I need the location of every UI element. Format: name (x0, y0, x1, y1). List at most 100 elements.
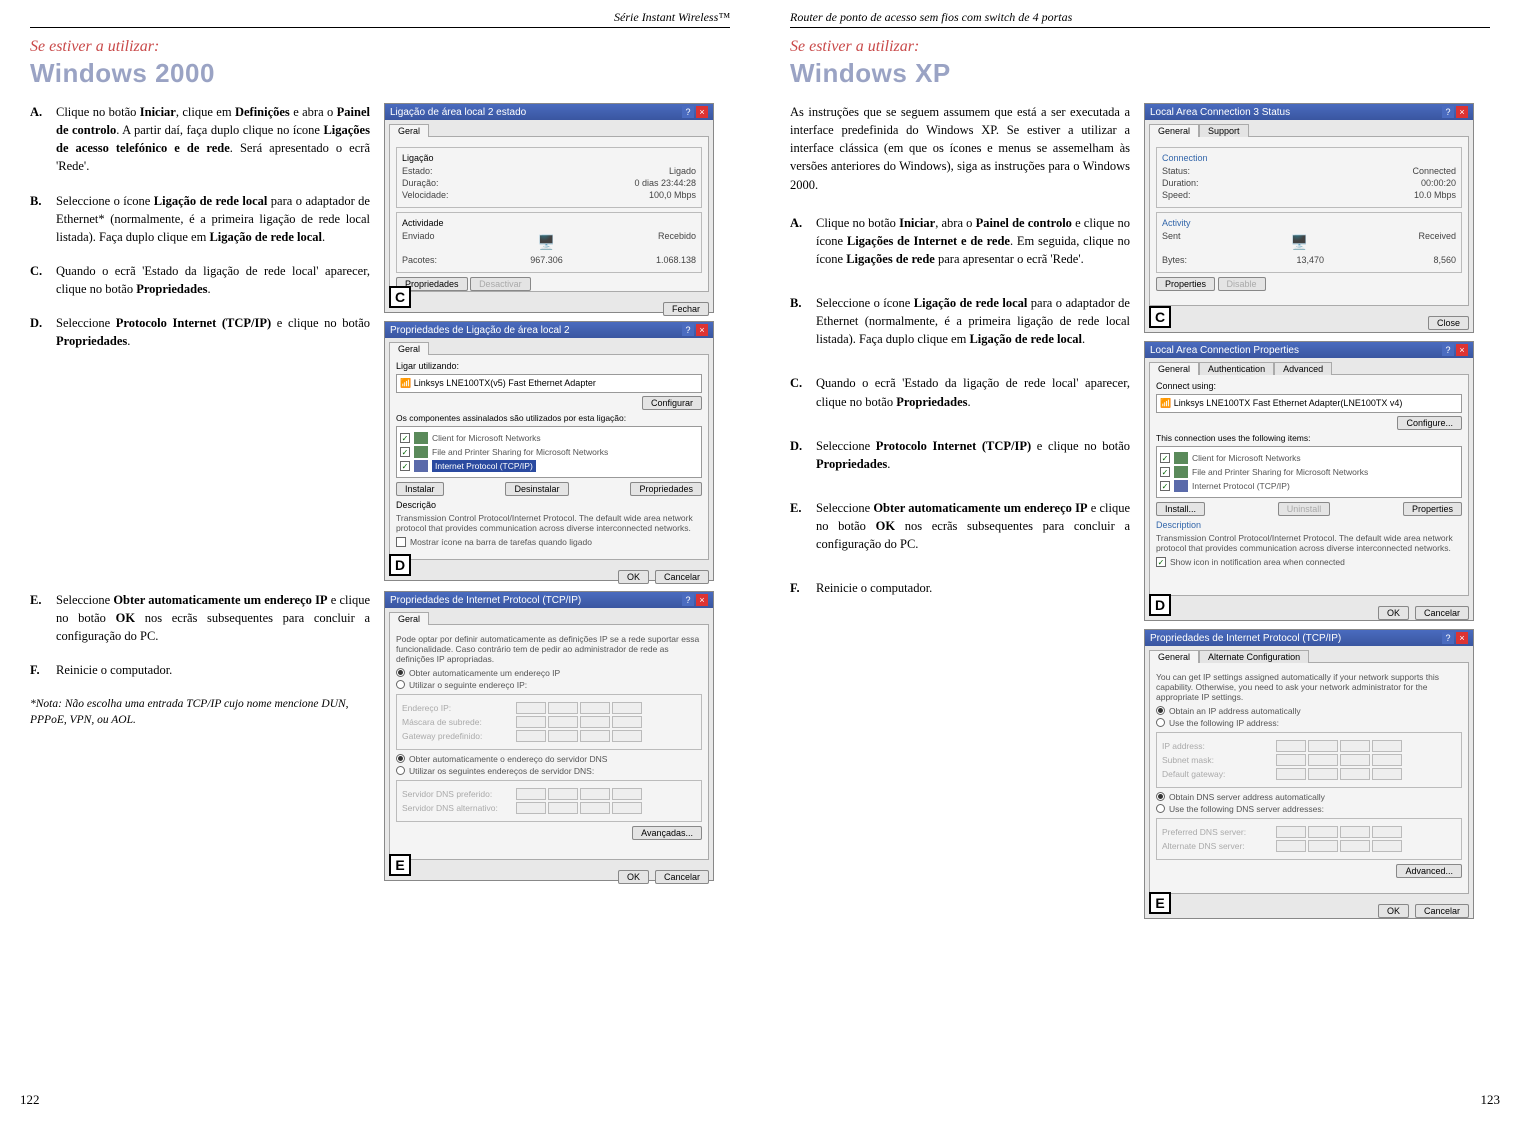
show-icon-checkbox[interactable]: Mostrar ícone na barra de tarefas quando… (396, 537, 702, 547)
dialog-footer: OK Cancelar (1149, 900, 1469, 918)
radio-icon[interactable] (396, 668, 405, 677)
radio-icon[interactable] (396, 680, 405, 689)
ok-button[interactable]: OK (618, 870, 649, 884)
close-icon[interactable]: × (1456, 632, 1468, 644)
tab-general[interactable]: Geral (389, 124, 429, 137)
step-letter: C. (790, 374, 806, 410)
dialog-title: Propriedades de Ligação de área local 2 (390, 325, 570, 336)
configure-button[interactable]: Configure... (1397, 416, 1462, 430)
tab-alt-config[interactable]: Alternate Configuration (1199, 650, 1309, 663)
button-row: Propriedades Desactivar (396, 277, 702, 291)
step-letter: A. (790, 214, 806, 268)
close-icon[interactable]: × (1456, 106, 1468, 118)
step-f: F.Reinicie o computador. (30, 661, 370, 679)
close-icon[interactable]: × (696, 106, 708, 118)
cancel-button[interactable]: Cancelar (655, 570, 709, 584)
close-icon[interactable]: × (696, 324, 708, 336)
help-icon[interactable]: ? (682, 594, 694, 606)
close-button[interactable]: Close (1428, 316, 1469, 330)
install-button[interactable]: Install... (1156, 502, 1205, 516)
disable-button[interactable]: Desactivar (470, 277, 531, 291)
list-item[interactable]: ✓File and Printer Sharing for Microsoft … (400, 446, 698, 458)
properties-button[interactable]: Propriedades (630, 482, 702, 496)
disable-button[interactable]: Disable (1218, 277, 1266, 291)
dialog-panel: Ligar utilizando: 📶 Linksys LNE100TX(v5)… (389, 354, 709, 560)
checkbox-icon[interactable]: ✓ (400, 447, 410, 457)
adapter-icon: 📶 (400, 378, 411, 388)
install-button[interactable]: Instalar (396, 482, 444, 496)
radio-icon[interactable] (1156, 804, 1165, 813)
radio-icon[interactable] (1156, 718, 1165, 727)
help-icon[interactable]: ? (1442, 344, 1454, 356)
close-icon[interactable]: × (696, 594, 708, 606)
tab-advanced[interactable]: Advanced (1274, 362, 1332, 375)
list-item[interactable]: ✓Client for Microsoft Networks (1160, 452, 1458, 464)
ip-field: IP address: (1162, 740, 1456, 752)
ok-button[interactable]: OK (1378, 904, 1409, 918)
help-icon[interactable]: ? (1442, 632, 1454, 644)
cancel-button[interactable]: Cancelar (1415, 606, 1469, 620)
radio-icon[interactable] (396, 754, 405, 763)
radio-auto-ip[interactable]: Obter automaticamente um endereço IP (396, 668, 702, 678)
show-icon-checkbox[interactable]: ✓Show icon in notification area when con… (1156, 557, 1462, 567)
close-icon[interactable]: × (1456, 344, 1468, 356)
uninstall-button[interactable]: Desinstalar (505, 482, 568, 496)
list-item[interactable]: ✓File and Printer Sharing for Microsoft … (1160, 466, 1458, 478)
cancel-button[interactable]: Cancelar (1415, 904, 1469, 918)
connect-using-label: Connect using: (1156, 381, 1462, 391)
tab-general[interactable]: General (1149, 124, 1199, 137)
tab-general[interactable]: General (1149, 650, 1199, 663)
advanced-button[interactable]: Advanced... (1396, 864, 1462, 878)
checkbox-icon[interactable]: ✓ (400, 461, 410, 471)
radio-manual-ip[interactable]: Use the following IP address: (1156, 718, 1462, 728)
radio-icon[interactable] (396, 766, 405, 775)
advanced-button[interactable]: Avançadas... (632, 826, 702, 840)
help-icon[interactable]: ? (682, 324, 694, 336)
radio-manual-dns[interactable]: Use the following DNS server addresses: (1156, 804, 1462, 814)
ip-input (1276, 740, 1402, 752)
tab-support[interactable]: Support (1199, 124, 1249, 137)
components-list[interactable]: ✓Client for Microsoft Networks ✓File and… (396, 426, 702, 478)
help-icon[interactable]: ? (682, 106, 694, 118)
properties-button[interactable]: Properties (1156, 277, 1215, 291)
checkbox-icon[interactable]: ✓ (1156, 557, 1166, 567)
radio-icon[interactable] (1156, 792, 1165, 801)
group-label: Activity (1162, 218, 1456, 228)
step-body: Clique no botão Iniciar, abra o Painel d… (816, 214, 1130, 268)
tab-auth[interactable]: Authentication (1199, 362, 1274, 375)
ip-fields: IP address: Subnet mask: Default gateway… (1156, 732, 1462, 788)
properties-button[interactable]: Properties (1403, 502, 1462, 516)
dialog-description: Pode optar por definir automaticamente a… (396, 634, 702, 665)
cancel-button[interactable]: Cancelar (655, 870, 709, 884)
list-item[interactable]: ✓Internet Protocol (TCP/IP) (400, 460, 698, 472)
uninstall-button[interactable]: Uninstall (1278, 502, 1331, 516)
checkbox-icon[interactable]: ✓ (1160, 453, 1170, 463)
checkbox-icon[interactable]: ✓ (1160, 467, 1170, 477)
checkbox-icon[interactable] (396, 537, 406, 547)
help-icon[interactable]: ? (1442, 106, 1454, 118)
radio-auto-dns[interactable]: Obtain DNS server address automatically (1156, 792, 1462, 802)
tab-general[interactable]: Geral (389, 342, 429, 355)
dialog-footer: Fechar (389, 298, 709, 316)
close-button[interactable]: Fechar (663, 302, 709, 316)
radio-icon[interactable] (1156, 706, 1165, 715)
activity-header: Enviado🖥️Recebido (402, 231, 696, 253)
checkbox-icon[interactable]: ✓ (400, 433, 410, 443)
adapter-box: 📶 Linksys LNE100TX Fast Ethernet Adapter… (1156, 394, 1462, 413)
list-item[interactable]: ✓Client for Microsoft Networks (400, 432, 698, 444)
radio-manual-ip[interactable]: Utilizar o seguinte endereço IP: (396, 680, 702, 690)
step-b: B.Seleccione o ícone Ligação de rede loc… (790, 294, 1130, 348)
configure-button[interactable]: Configurar (642, 396, 702, 410)
ok-button[interactable]: OK (1378, 606, 1409, 620)
radio-auto-dns[interactable]: Obter automaticamente o endereço do serv… (396, 754, 702, 764)
tab-general[interactable]: General (1149, 362, 1199, 375)
ok-button[interactable]: OK (618, 570, 649, 584)
intro: Se estiver a utilizar: Windows 2000 (30, 38, 730, 89)
checkbox-icon[interactable]: ✓ (1160, 481, 1170, 491)
components-list[interactable]: ✓Client for Microsoft Networks ✓File and… (1156, 446, 1462, 498)
list-item[interactable]: ✓Internet Protocol (TCP/IP) (1160, 480, 1458, 492)
radio-auto-ip[interactable]: Obtain an IP address automatically (1156, 706, 1462, 716)
radio-manual-dns[interactable]: Utilizar os seguintes endereços de servi… (396, 766, 702, 776)
button-row: Properties Disable (1156, 277, 1462, 291)
tab-general[interactable]: Geral (389, 612, 429, 625)
